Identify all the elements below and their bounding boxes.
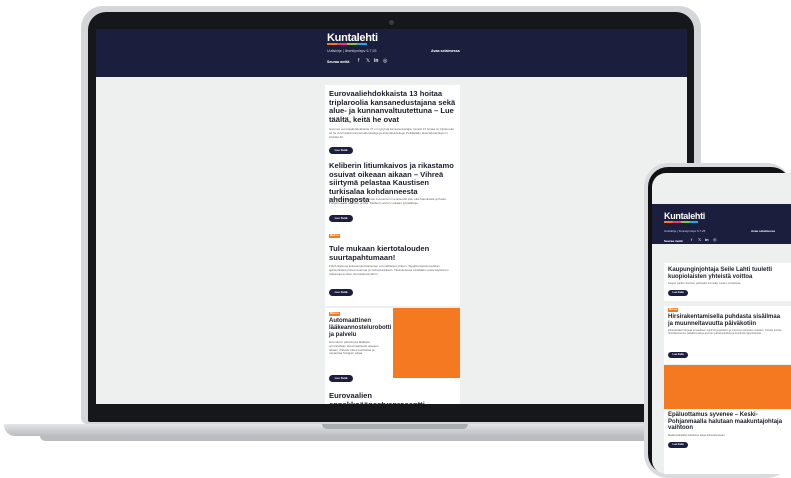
article-title[interactable]: Hirsirakentamisella puhdasta sisäilmaa j… [668,314,786,327]
read-more-button[interactable]: Lue lisää [329,147,353,154]
newsletter-subtitle: Uutiskirje | Ilmestymispv 6.7.25 [327,49,377,53]
facebook-icon[interactable]: f [358,58,359,64]
instagram-icon[interactable]: ◎ [383,58,387,64]
x-icon[interactable]: 𝕏 [698,237,701,242]
article-card: Keliberin litiumkaivos ja rikastamo osui… [325,160,460,234]
ad-card: Mainos Automaattinen lääkeannostelurobot… [325,308,460,389]
phone-screen: Kuntalehti Uutiskirje | Ilmestymispv 6.7… [652,173,791,474]
logo-color-bar [327,43,367,45]
newsletter-header: Kuntalehti Uutiskirje | Ilmestymispv 6.7… [96,29,687,77]
ad-tag: Mainos [329,312,340,316]
ad-tag: Mainos [668,308,679,312]
x-icon[interactable]: 𝕏 [366,58,370,64]
read-more-button[interactable]: Lue lisää [329,375,353,382]
open-in-browser-link[interactable]: Avaa selaimessa [431,49,460,53]
laptop-screen: Kuntalehti Uutiskirje | Ilmestymispv 6.7… [96,29,687,404]
facebook-icon[interactable]: f [691,237,692,242]
article-summary: Kuopio valittiin Suomen parhaaksi kunnak… [668,282,742,285]
ad-tag: Mainos [329,234,340,238]
linkedin-icon[interactable]: in [374,58,378,64]
linkedin-icon[interactable]: in [705,237,709,242]
follow-us-label: Seuraa meitä [664,239,683,243]
article-summary: Hirsipäiväkoti tarjoaa terveellisen oppi… [668,329,782,336]
article-card: Eurovaaliehdokkaista 13 hoitaa triplaroo… [325,85,460,160]
ad-image[interactable] [393,308,460,378]
read-more-button[interactable]: Lue lisää [668,442,688,448]
article-title[interactable]: Tule mukaan kiertotalouden suurtapahtuma… [329,244,457,262]
article-title[interactable]: Eurovaaliehdokkaista 13 hoitaa triplaroo… [329,89,457,124]
article-card: Eurovaalien ennakkoäänestysprosentti [325,389,460,404]
instagram-icon[interactable]: ◎ [713,237,717,242]
read-more-button[interactable]: Lue lisää [668,290,688,296]
follow-us-label: Seuraa meitä [327,60,350,64]
newsletter-header [652,204,791,244]
newsletter-subtitle: Uutiskirje | Ilmestymispv 6.7.25 [664,229,706,233]
article-title[interactable]: Automaattinen lääkeannostelurobotti ja p… [329,318,391,339]
read-more-button[interactable]: Lue lisää [668,352,688,358]
article-title[interactable]: Epäluottamus syvenee – Keski-Pohjanmaall… [668,412,786,432]
kuntalehti-logo[interactable]: Kuntalehti [664,211,705,221]
article-card: Epäluottamus syvenee – Keski-Pohjanmaall… [664,409,791,474]
read-more-button[interactable]: Lue lisää [329,289,353,296]
ad-card: Mainos Hirsirakentamisella puhdasta sisä… [664,306,791,364]
article-summary: Evondosin palvelussa lääkkeet annostella… [329,340,379,356]
article-summary: FISIT-tilaisuus kokoaa kiertotalouden am… [329,264,449,276]
article-title[interactable]: Kaupunginjohtaja Seile Lahti tuuletti ku… [668,267,786,280]
open-in-browser-link[interactable]: Avaa selaimessa [751,229,775,233]
article-title[interactable]: Eurovaalien ennakkoäänestysprosentti [329,391,457,404]
read-more-button[interactable]: Lue lisää [329,215,353,222]
article-summary: Suomen eurovaaliehdokkaista 37 on nykyis… [329,127,454,139]
article-card: Kaupunginjohtaja Seile Lahti tuuletti ku… [664,263,791,301]
article-summary: Maakuntahallitus käsittelee asiaa kokouk… [668,434,726,437]
laptop-opening-notch [322,424,468,429]
ad-card: Mainos Tule mukaan kiertotalouden suurta… [325,234,460,306]
logo-color-bar [664,221,698,223]
article-summary: Keliber Oy:n litiumalan perustamat inves… [329,197,447,205]
webcam [389,20,394,25]
ad-image[interactable] [664,365,791,409]
